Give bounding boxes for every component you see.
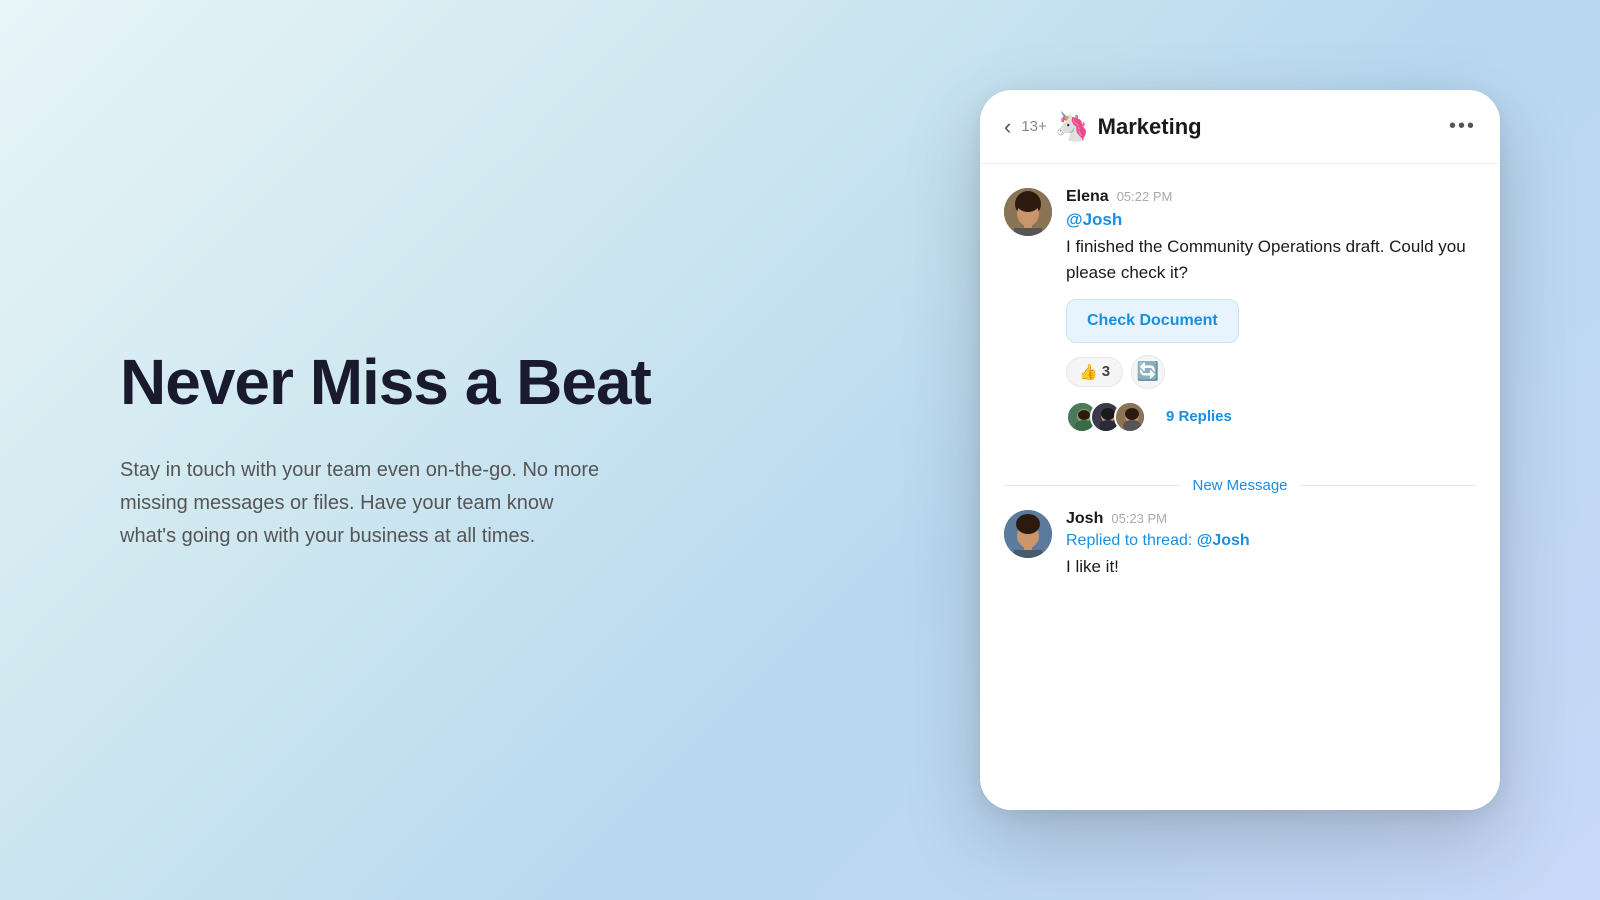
message-josh: Josh 05:23 PM Replied to thread: @Josh I…: [1004, 510, 1476, 604]
new-message-label: New Message: [1192, 477, 1287, 494]
right-panel: ‹ 13+ 🦄 Marketing •••: [960, 90, 1520, 810]
sender-name-elena: Elena: [1066, 188, 1109, 206]
left-panel: Never Miss a Beat Stay in touch with you…: [0, 267, 960, 632]
reactions-row: 👍 3 🔄: [1066, 355, 1476, 389]
avatar-josh: [1004, 510, 1052, 558]
thumbs-up-emoji-icon: 👍: [1079, 363, 1098, 381]
divider-line-right: [1300, 485, 1476, 486]
replied-handle: @Josh: [1197, 532, 1250, 549]
message-body-josh: Josh 05:23 PM Replied to thread: @Josh I…: [1066, 510, 1476, 580]
avatar-elena: [1004, 188, 1052, 236]
reply-avatar-3: [1114, 401, 1146, 433]
timestamp-elena: 05:22 PM: [1117, 189, 1173, 204]
timestamp-josh: 05:23 PM: [1111, 511, 1167, 526]
message-meta-josh: Josh 05:23 PM: [1066, 510, 1476, 528]
member-count: 13+: [1021, 118, 1046, 135]
replies-count[interactable]: 9 Replies: [1166, 408, 1232, 425]
hero-title: Never Miss a Beat: [120, 347, 880, 417]
channel-emoji-icon: 🦄: [1055, 110, 1090, 143]
avatar-josh-image: [1004, 510, 1052, 558]
new-message-divider: New Message: [1004, 461, 1476, 510]
replied-prefix: Replied to thread:: [1066, 532, 1197, 549]
replies-row: 9 Replies: [1066, 401, 1476, 433]
divider-line-left: [1004, 485, 1180, 486]
sender-name-josh: Josh: [1066, 510, 1103, 528]
reply-avatars: [1066, 401, 1146, 433]
josh-message-text: I like it!: [1066, 554, 1476, 580]
add-reaction-button[interactable]: 🔄: [1131, 355, 1165, 389]
reaction-count: 3: [1102, 363, 1110, 380]
add-emoji-icon: 🔄: [1137, 361, 1159, 382]
phone-mockup: ‹ 13+ 🦄 Marketing •••: [980, 90, 1500, 810]
thumbs-up-reaction[interactable]: 👍 3: [1066, 357, 1123, 387]
message-text-elena: I finished the Community Operations draf…: [1066, 234, 1476, 287]
chat-content: Elena 05:22 PM @Josh I finished the Comm…: [980, 164, 1500, 810]
message-body-elena: Elena 05:22 PM @Josh I finished the Comm…: [1066, 188, 1476, 441]
channel-name: Marketing: [1098, 114, 1449, 140]
check-document-button[interactable]: Check Document: [1066, 299, 1239, 343]
more-options-button[interactable]: •••: [1449, 115, 1476, 138]
hero-description: Stay in touch with your team even on-the…: [120, 454, 600, 553]
message-meta-elena: Elena 05:22 PM: [1066, 188, 1476, 206]
replied-to-label: Replied to thread: @Josh: [1066, 532, 1476, 550]
back-button[interactable]: ‹: [1004, 114, 1011, 140]
avatar-elena-image: [1004, 188, 1052, 236]
message-elena: Elena 05:22 PM @Josh I finished the Comm…: [1004, 188, 1476, 441]
mention-josh: @Josh: [1066, 210, 1476, 230]
chat-header: ‹ 13+ 🦄 Marketing •••: [980, 90, 1500, 164]
